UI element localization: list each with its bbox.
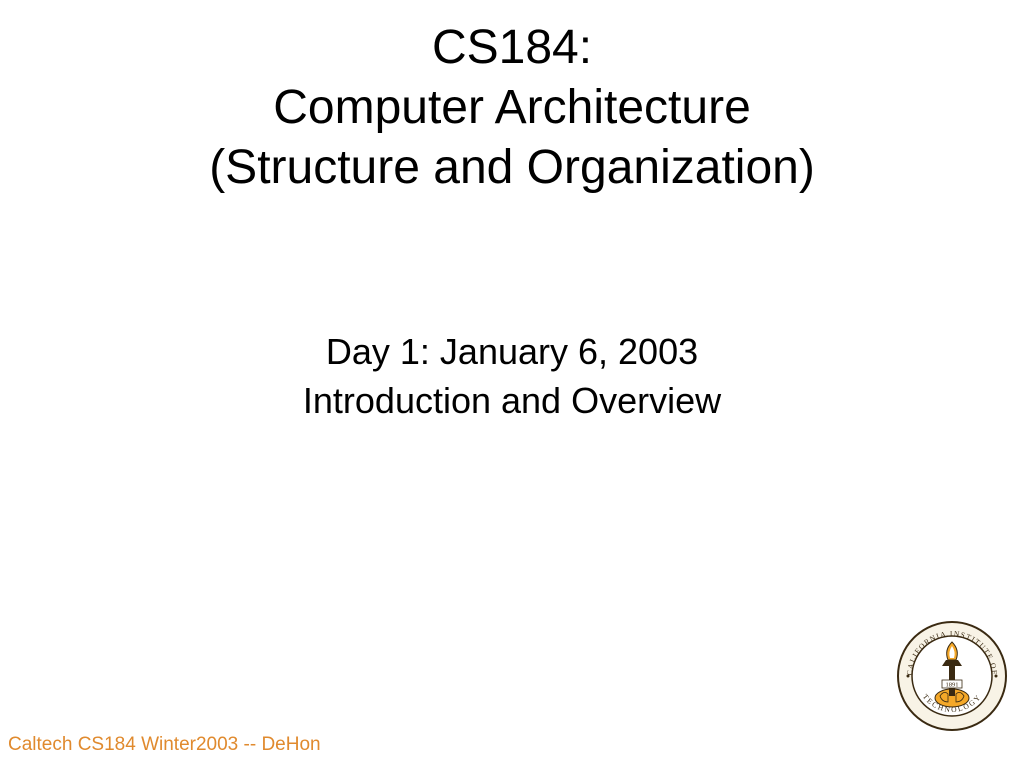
- seal-year: 1891: [946, 682, 959, 689]
- subtitle-line-1: Day 1: January 6, 2003: [0, 328, 1024, 377]
- slide: CS184: Computer Architecture (Structure …: [0, 0, 1024, 768]
- slide-title: CS184: Computer Architecture (Structure …: [0, 0, 1024, 198]
- slide-subtitle: Day 1: January 6, 2003 Introduction and …: [0, 328, 1024, 425]
- footer-text: Caltech CS184 Winter2003 -- DeHon: [8, 734, 321, 756]
- subtitle-line-2: Introduction and Overview: [0, 377, 1024, 426]
- title-line-2: Computer Architecture: [0, 78, 1024, 138]
- title-line-3: (Structure and Organization): [0, 138, 1024, 198]
- title-line-1: CS184:: [0, 18, 1024, 78]
- caltech-seal-icon: CALIFORNIA INSTITUTE OF TECHNOLOGY 1891: [896, 620, 1008, 732]
